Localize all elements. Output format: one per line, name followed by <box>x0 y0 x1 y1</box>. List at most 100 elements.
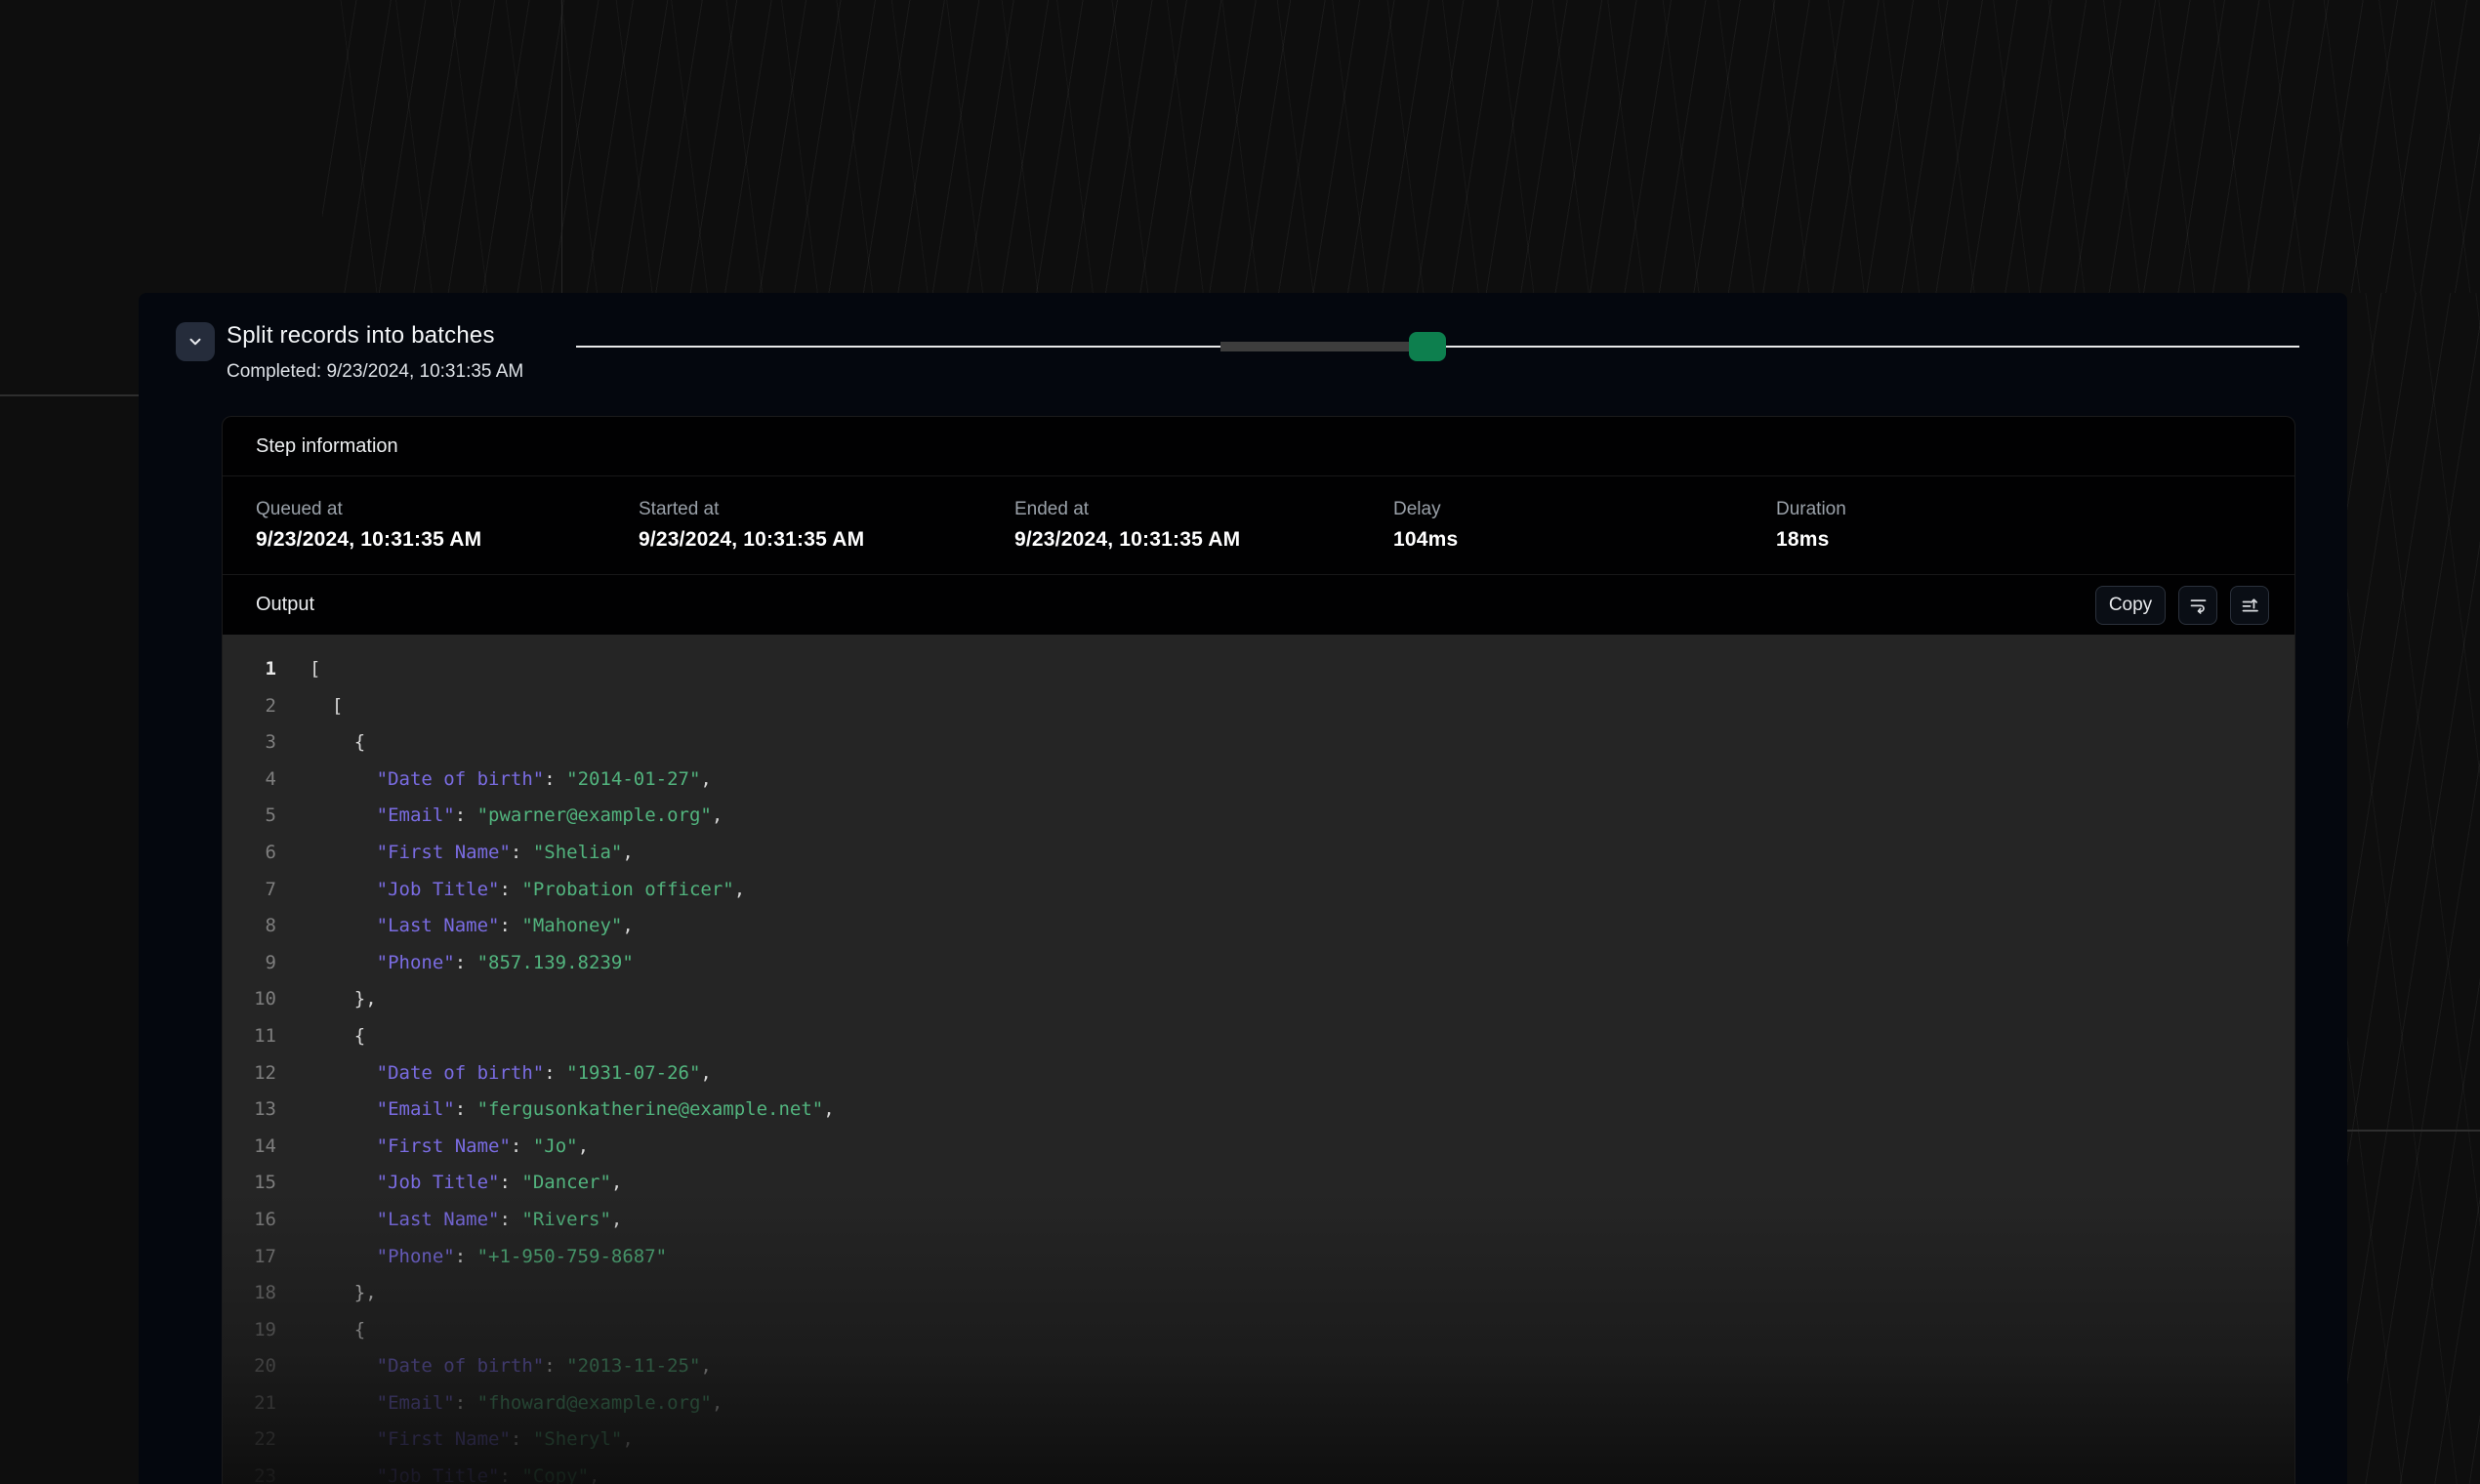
code-line: 21 "Email": "fhoward@example.org", <box>223 1385 2294 1422</box>
code-line: 20 "Date of birth": "2013-11-25", <box>223 1348 2294 1385</box>
code-text: "Last Name": "Rivers", <box>310 1202 622 1239</box>
output-title: Output <box>256 594 314 616</box>
code-line: 15 "Job Title": "Dancer", <box>223 1165 2294 1202</box>
code-line: 10 }, <box>223 981 2294 1018</box>
code-line: 14 "First Name": "Jo", <box>223 1129 2294 1166</box>
stat-queued-at: Queued at 9/23/2024, 10:31:35 AM <box>256 499 639 552</box>
code-line: 8 "Last Name": "Mahoney", <box>223 908 2294 945</box>
code-text: "Phone": "+1-950-759-8687" <box>310 1239 667 1276</box>
code-text: { <box>310 1018 365 1055</box>
code-text: "Email": "pwarner@example.org", <box>310 798 723 835</box>
line-number: 16 <box>223 1202 276 1239</box>
line-number: 11 <box>223 1018 276 1055</box>
output-code-viewer[interactable]: 1[2 [3 {4 "Date of birth": "2014-01-27",… <box>223 635 2294 1484</box>
timeline-slider[interactable] <box>576 332 2299 361</box>
step-completed-timestamp: Completed: 9/23/2024, 10:31:35 AM <box>227 361 523 383</box>
code-line: 1[ <box>223 651 2294 688</box>
background-hairline-right <box>2347 1130 2480 1132</box>
code-line: 6 "First Name": "Shelia", <box>223 835 2294 872</box>
code-line: 13 "Email": "fergusonkatherine@example.n… <box>223 1092 2294 1129</box>
line-number: 22 <box>223 1422 276 1459</box>
code-text: "First Name": "Shelia", <box>310 835 634 872</box>
code-text: "Date of birth": "2014-01-27", <box>310 762 712 799</box>
code-text: }, <box>310 981 377 1018</box>
background-hairline-left <box>0 394 139 396</box>
stats-row: Queued at 9/23/2024, 10:31:35 AM Started… <box>223 476 2294 575</box>
stat-delay: Delay 104ms <box>1393 499 1776 552</box>
code-line: 23 "Job Title": "Copy", <box>223 1459 2294 1484</box>
code-text: "Job Title": "Dancer", <box>310 1165 622 1202</box>
stat-duration: Duration 18ms <box>1776 499 2294 552</box>
wrap-text-icon <box>2188 595 2209 615</box>
stat-value: 9/23/2024, 10:31:35 AM <box>256 528 639 552</box>
slider-handle[interactable] <box>1409 332 1446 361</box>
code-line: 22 "First Name": "Sheryl", <box>223 1422 2294 1459</box>
code-text: "Date of birth": "1931-07-26", <box>310 1055 712 1092</box>
code-text: { <box>310 724 365 762</box>
line-number: 4 <box>223 762 276 799</box>
line-number: 14 <box>223 1129 276 1166</box>
code-lines: 1[2 [3 {4 "Date of birth": "2014-01-27",… <box>223 651 2294 1484</box>
collapse-step-button[interactable] <box>176 322 215 361</box>
line-number: 3 <box>223 724 276 762</box>
stat-ended-at: Ended at 9/23/2024, 10:31:35 AM <box>1014 499 1393 552</box>
code-line: 11 { <box>223 1018 2294 1055</box>
code-text: "Phone": "857.139.8239" <box>310 945 634 982</box>
code-text: "Job Title": "Copy", <box>310 1459 599 1484</box>
code-text: "Date of birth": "2013-11-25", <box>310 1348 712 1385</box>
line-number: 15 <box>223 1165 276 1202</box>
stat-label: Duration <box>1776 499 2294 520</box>
code-text: "First Name": "Sheryl", <box>310 1422 634 1459</box>
panel-header: Step information <box>223 417 2294 476</box>
code-line: 3 { <box>223 724 2294 762</box>
step-title: Split records into batches <box>227 322 495 350</box>
background-hairline-vertical <box>561 0 562 293</box>
wrap-text-button[interactable] <box>2178 586 2217 625</box>
code-text: "Last Name": "Mahoney", <box>310 908 634 945</box>
code-text: }, <box>310 1275 377 1312</box>
line-number: 21 <box>223 1385 276 1422</box>
code-line: 4 "Date of birth": "2014-01-27", <box>223 762 2294 799</box>
line-number: 7 <box>223 872 276 909</box>
line-number: 20 <box>223 1348 276 1385</box>
background-texture-right <box>2347 293 2480 1484</box>
copy-button[interactable]: Copy <box>2095 586 2166 625</box>
stat-value: 9/23/2024, 10:31:35 AM <box>639 528 1014 552</box>
code-line: 7 "Job Title": "Probation officer", <box>223 872 2294 909</box>
code-line: 9 "Phone": "857.139.8239" <box>223 945 2294 982</box>
line-number: 2 <box>223 688 276 725</box>
output-bar: Output Copy <box>223 575 2294 635</box>
line-number: 18 <box>223 1275 276 1312</box>
line-number: 5 <box>223 798 276 835</box>
code-text: "Job Title": "Probation officer", <box>310 872 745 909</box>
code-line: 17 "Phone": "+1-950-759-8687" <box>223 1239 2294 1276</box>
line-number: 17 <box>223 1239 276 1276</box>
line-number: 9 <box>223 945 276 982</box>
stat-label: Started at <box>639 499 1014 520</box>
line-number: 13 <box>223 1092 276 1129</box>
code-line: 2 [ <box>223 688 2294 725</box>
slider-track-filled <box>1220 342 1409 351</box>
code-text: "First Name": "Jo", <box>310 1129 589 1166</box>
line-number: 10 <box>223 981 276 1018</box>
stat-label: Queued at <box>256 499 639 520</box>
step-information-panel: Step information Queued at 9/23/2024, 10… <box>222 416 2295 1484</box>
code-line: 18 }, <box>223 1275 2294 1312</box>
scroll-to-top-button[interactable] <box>2230 586 2269 625</box>
code-text: [ <box>310 651 320 688</box>
stat-label: Delay <box>1393 499 1776 520</box>
code-text: { <box>310 1312 365 1349</box>
line-number: 1 <box>223 651 276 688</box>
stat-started-at: Started at 9/23/2024, 10:31:35 AM <box>639 499 1014 552</box>
step-detail-card: Split records into batches Completed: 9/… <box>139 293 2347 1484</box>
background-texture-top <box>322 0 2480 293</box>
code-line: 5 "Email": "pwarner@example.org", <box>223 798 2294 835</box>
stat-label: Ended at <box>1014 499 1393 520</box>
panel-title: Step information <box>256 435 398 458</box>
line-number: 6 <box>223 835 276 872</box>
output-actions: Copy <box>2095 586 2269 625</box>
code-text: "Email": "fergusonkatherine@example.net"… <box>310 1092 835 1129</box>
chevron-down-icon <box>186 333 204 350</box>
line-number: 19 <box>223 1312 276 1349</box>
code-line: 16 "Last Name": "Rivers", <box>223 1202 2294 1239</box>
